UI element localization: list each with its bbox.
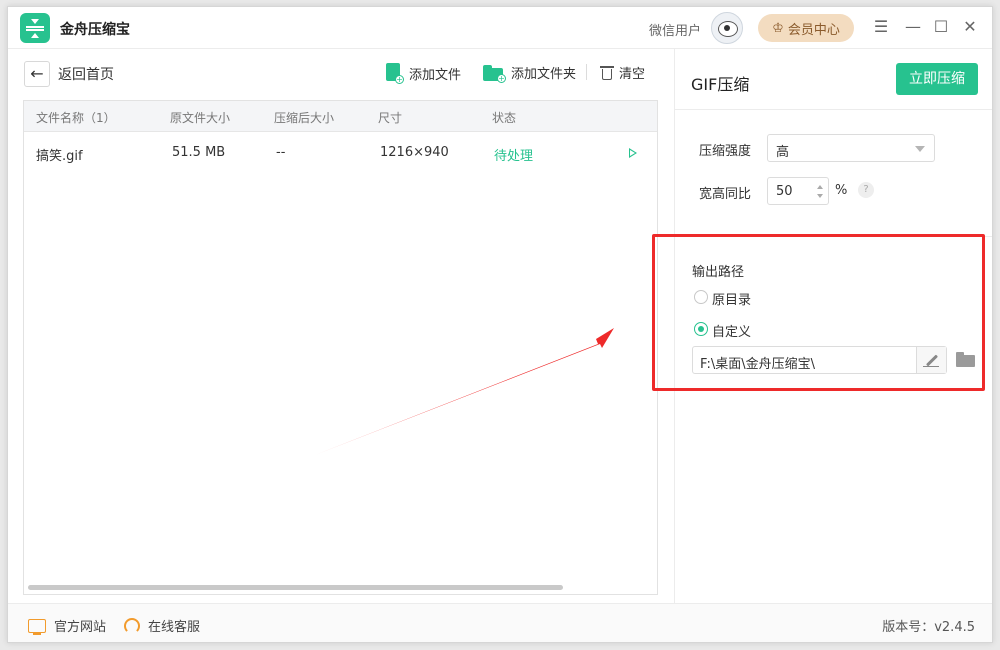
chevron-down-icon	[915, 146, 925, 152]
ratio-value: 50	[776, 184, 793, 199]
settings-panel: GIF压缩 立即压缩 压缩强度 高 宽高同比 50 % ? 输出路径 原目录 自…	[674, 49, 992, 603]
radio-custom-dir[interactable]	[694, 322, 708, 336]
column-header-name: 文件名称（1）	[36, 111, 116, 125]
radio-original-dir[interactable]	[694, 290, 708, 304]
column-header-compressed-size: 压缩后大小	[274, 111, 335, 125]
version-label: 版本号：v2.4.5	[882, 620, 975, 635]
option-original-label[interactable]: 原目录	[712, 289, 751, 308]
stepper-up-icon[interactable]	[817, 185, 823, 189]
panel-title: GIF压缩	[691, 75, 750, 94]
headset-icon	[124, 617, 140, 634]
add-folder-label: 添加文件夹	[511, 67, 577, 82]
ratio-label: 宽高同比	[699, 187, 752, 202]
vip-center-label: 会员中心	[787, 22, 840, 38]
status-cell: 待处理	[494, 149, 534, 164]
online-support-label: 在线客服	[148, 620, 201, 635]
app-title: 金舟压缩宝	[60, 22, 130, 38]
trash-icon	[600, 65, 614, 80]
strength-value: 高	[776, 145, 790, 160]
avatar[interactable]	[711, 12, 743, 44]
clear-label: 清空	[619, 67, 646, 82]
close-icon[interactable]: ✕	[959, 16, 981, 38]
add-file-button[interactable]: + 添加文件	[385, 63, 462, 84]
table-header: 文件名称（1） 原文件大小 压缩后大小 尺寸 状态	[24, 101, 657, 132]
column-header-dimensions: 尺寸	[378, 111, 403, 125]
column-header-original-size: 原文件大小	[170, 111, 231, 125]
official-website-label: 官方网站	[54, 620, 107, 635]
app-logo-icon	[20, 13, 50, 43]
user-name[interactable]: 微信用户	[649, 20, 701, 39]
add-folder-button[interactable]: + 添加文件夹	[483, 63, 577, 83]
menu-icon[interactable]: ☰	[870, 16, 892, 38]
edit-path-button[interactable]	[916, 347, 946, 373]
compress-now-button[interactable]: 立即压缩	[896, 63, 978, 95]
clear-button[interactable]: 清空	[600, 63, 646, 82]
minimize-icon[interactable]: —	[902, 16, 924, 38]
status-bar: 官方网站 在线客服 版本号：v2.4.5	[8, 603, 992, 642]
panel-divider	[675, 236, 992, 237]
back-button[interactable]: ←	[24, 61, 50, 87]
output-path-value: F:\桌面\金舟压缩宝\	[700, 357, 815, 372]
play-icon[interactable]	[629, 148, 637, 158]
strength-select[interactable]: 高	[767, 134, 935, 162]
add-file-icon: +	[385, 63, 404, 84]
horizontal-scrollbar[interactable]	[28, 585, 563, 590]
dimensions-cell: 1216×940	[380, 145, 449, 160]
vip-center-button[interactable]: ♔ 会员中心	[758, 14, 854, 42]
ratio-stepper[interactable]: 50	[767, 177, 829, 205]
help-icon[interactable]: ?	[858, 182, 874, 198]
output-path-label: 输出路径	[692, 265, 745, 280]
option-custom-label[interactable]: 自定义	[712, 321, 751, 340]
output-path-field[interactable]: F:\桌面\金舟压缩宝\	[692, 346, 947, 374]
back-home-link[interactable]: 返回首页	[58, 64, 114, 84]
panel-divider	[675, 109, 992, 110]
stepper-down-icon[interactable]	[817, 194, 823, 198]
folder-icon[interactable]	[956, 352, 976, 368]
arrow-left-icon: ←	[30, 64, 44, 83]
add-folder-icon: +	[483, 64, 506, 83]
pen-icon	[925, 354, 939, 367]
original-size-cell: 51.5 MB	[172, 145, 226, 160]
online-support-link[interactable]: 在线客服	[124, 616, 200, 635]
file-table: 文件名称（1） 原文件大小 压缩后大小 尺寸 状态 搞笑.gif 51.5 MB…	[23, 100, 658, 595]
monitor-icon	[28, 618, 46, 635]
compressed-size-cell: --	[276, 145, 286, 160]
column-header-status: 状态	[492, 111, 517, 125]
crown-icon: ♔	[772, 20, 784, 36]
official-website-link[interactable]: 官方网站	[28, 616, 106, 635]
maximize-icon[interactable]: ☐	[930, 16, 952, 38]
ratio-unit: %	[835, 183, 848, 198]
title-bar: 金舟压缩宝 微信用户 ♔ 会员中心 ☰ — ☐ ✕	[8, 7, 992, 49]
toolbar-divider	[586, 64, 587, 80]
file-name-cell: 搞笑.gif	[36, 149, 83, 164]
add-file-label: 添加文件	[409, 67, 462, 83]
app-window: 金舟压缩宝 微信用户 ♔ 会员中心 ☰ — ☐ ✕ ← 返回首页 + 添加文件 …	[7, 6, 993, 643]
strength-label: 压缩强度	[699, 144, 752, 159]
